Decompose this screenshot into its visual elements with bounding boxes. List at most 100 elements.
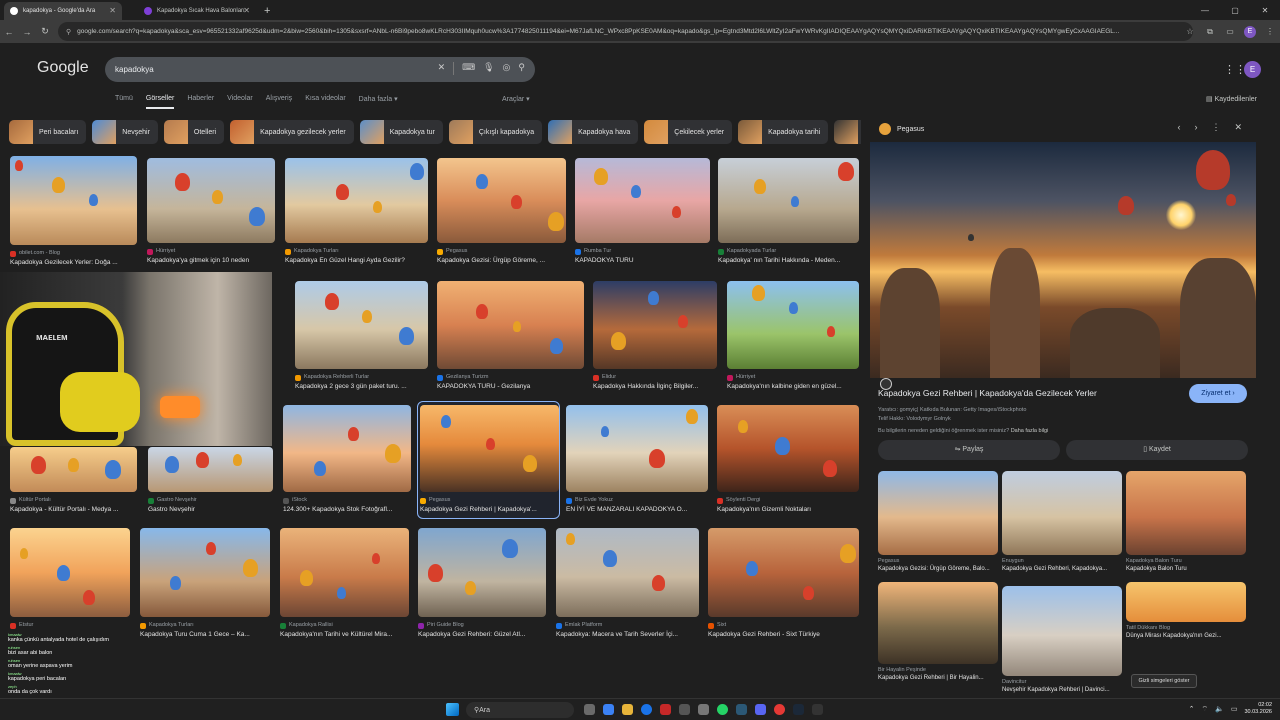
result-image[interactable] [10,528,130,617]
saved-link[interactable]: ▤ Kaydedilenler [1206,95,1257,103]
chip-2[interactable]: Otelleri [163,120,225,144]
prev-icon[interactable]: ‹ [1177,122,1180,133]
result-caption[interactable]: Söylenti Dergi Kapadokya'nın Gizemli Nokt… [717,496,863,514]
result-caption[interactable]: Kapadokya Rehberli Turlar Kapadokya 2 gec… [295,373,432,391]
sidebar-icon[interactable]: ▭ [1220,27,1240,36]
back-icon[interactable]: ← [0,27,18,37]
taskbar-search[interactable]: ⚲ Ara [466,702,574,718]
close-tab-icon[interactable]: ✕ [243,6,250,15]
tab-short-videos[interactable]: Kısa videolar [305,95,345,103]
related-caption[interactable]: Bir Hayalin Peşinde Kapadokya Gezi Rehber… [878,666,998,682]
result-image[interactable] [147,158,275,243]
result-caption[interactable]: Kültür Portalı Kapadokya - Kültür Portalı… [10,496,141,514]
chip-3[interactable]: Kapadokya gezilecek yerler [230,120,354,144]
tab-all[interactable]: Tümü [115,95,133,103]
chip-4[interactable]: Kapadokya tur [359,120,443,144]
whatsapp-icon[interactable] [717,704,728,715]
result-caption[interactable]: Sixt Kapadokya Gezi Rehberi - Sixt Türkiy… [708,621,863,639]
result-image[interactable] [566,405,708,492]
chip-6[interactable]: Kapadokya hava [548,120,639,144]
result-caption[interactable]: Kapadokyada Turlar Kapadokya' nın Tarihi … [718,247,863,265]
result-image[interactable] [295,281,428,369]
result-caption[interactable]: Kapadokya Rallisi Kapadokya'nın Tarihi ve… [280,621,413,639]
app-icon[interactable] [679,704,690,715]
clear-icon[interactable]: ✕ [438,62,446,75]
profile-icon[interactable]: E [1244,25,1256,38]
app-icon[interactable] [660,704,671,715]
chip-9[interactable]: K [834,120,861,144]
related-caption[interactable]: Davincitur Nevşehir Kapadokya Rehberi | D… [1002,678,1122,694]
tools-button[interactable]: Araçlar ▾ [502,95,530,103]
network-icon[interactable]: ⌔ [1202,705,1209,714]
result-caption[interactable]: Biz Evde Yokuz EN İYİ VE MANZARALI KAPADO… [566,496,712,514]
result-image[interactable] [280,528,409,617]
save-button[interactable]: ▯ Kaydet [1066,440,1248,460]
result-image[interactable] [148,447,273,492]
result-image[interactable] [437,158,566,243]
tab-shopping[interactable]: Alışveriş [266,95,292,103]
result-image[interactable] [717,405,859,492]
reload-icon[interactable]: ↻ [36,26,54,37]
result-caption[interactable]: Emlak Platform Kapadokya: Macera ve Tarih… [556,621,703,639]
result-image[interactable] [437,281,584,369]
learn-more-link[interactable]: Daha fazla bilgi [1011,428,1049,434]
widgets-icon[interactable] [603,704,614,715]
tab-videos[interactable]: Videolar [227,95,253,103]
clock[interactable]: 02:02 30.03.2026 [1244,702,1272,716]
result-caption[interactable]: Rumba Tur KAPADOKYA TURU [575,247,714,265]
keyboard-icon[interactable]: ⌨ [462,62,475,75]
site-info-icon[interactable]: ⚲ [66,28,71,36]
app-icon[interactable] [774,704,785,715]
result-image[interactable] [285,158,428,243]
share-button[interactable]: ⇋ Paylaş [878,440,1060,460]
result-image[interactable] [593,281,717,369]
chip-1[interactable]: Nevşehir [92,120,158,144]
related-image[interactable] [878,582,998,664]
chip-5[interactable]: Çıkışlı kapadokya [448,120,543,144]
search-input[interactable]: kapadokya ✕ ⌨ 🎙 ◎ ⚲ [105,57,535,82]
extensions-icon[interactable]: ⧉ [1200,27,1220,37]
result-image[interactable] [727,281,859,369]
result-caption[interactable]: Elidur Kapadokya Hakkında İlginç Bilgiler… [593,373,721,391]
related-image[interactable] [1126,582,1246,622]
task-view-icon[interactable] [584,704,595,715]
result-image[interactable] [418,528,546,617]
related-image[interactable] [878,471,998,555]
result-caption[interactable]: obilet.com - Blog Kapadokya Gezilecek Yer… [10,249,141,267]
discord-icon[interactable] [755,704,766,715]
result-caption[interactable]: Hürriyet Kapadokya'ya gitmek için 10 nede… [147,247,279,265]
result-image[interactable] [10,156,137,245]
result-image[interactable] [708,528,859,617]
file-explorer-icon[interactable] [622,704,633,715]
related-image[interactable] [1126,471,1246,555]
search-icon[interactable]: ⚲ [518,62,525,75]
related-caption[interactable]: Tatil Dükkanı Blog Dünya Mirası Kapadokya… [1126,624,1246,640]
start-icon[interactable] [446,703,459,716]
close-window-icon[interactable]: ✕ [1250,6,1280,15]
lens-icon[interactable]: ◎ [503,62,511,75]
preview-image[interactable] [870,142,1256,390]
result-image[interactable] [575,158,710,243]
result-caption[interactable]: Pegasus Kapadokya Gezi Rehberi | Kapadoky… [420,496,563,514]
chip-7[interactable]: Çekilecek yerler [644,120,733,144]
related-caption[interactable]: Enuygun Kapadokya Gezi Rehberi, Kapadokya… [1002,557,1122,573]
menu-icon[interactable]: ⋮ [1260,27,1280,36]
result-image[interactable] [283,405,411,492]
result-caption[interactable]: Gezilanya Turizm KAPADOKYA TURU - Gezilan… [437,373,588,391]
forward-icon[interactable]: → [18,27,36,37]
chip-8[interactable]: Kapadokya tarihi [738,120,829,144]
result-caption[interactable]: iStock 124.300+ Kapadokya Stok Fotoğrafl.… [283,496,415,514]
app-icon[interactable] [812,704,823,715]
related-image[interactable] [1002,471,1122,555]
related-caption[interactable]: Kapadokya Balon Turu Kapadokya Balon Turu [1126,557,1246,573]
google-logo[interactable]: Google [37,59,89,77]
chip-0[interactable]: Peri bacaları [9,120,87,144]
tab-images[interactable]: Görseller [145,95,175,109]
result-image[interactable] [10,447,137,492]
close-panel-icon[interactable]: ✕ [1234,122,1242,133]
result-caption[interactable]: Kapadokya Turları Kapadokya En Güzel Hang… [285,247,432,265]
app-icon[interactable] [698,704,709,715]
next-icon[interactable]: › [1194,122,1197,133]
visit-button[interactable]: Ziyaret et › [1189,384,1247,403]
volume-icon[interactable]: 🔈 [1215,705,1224,713]
